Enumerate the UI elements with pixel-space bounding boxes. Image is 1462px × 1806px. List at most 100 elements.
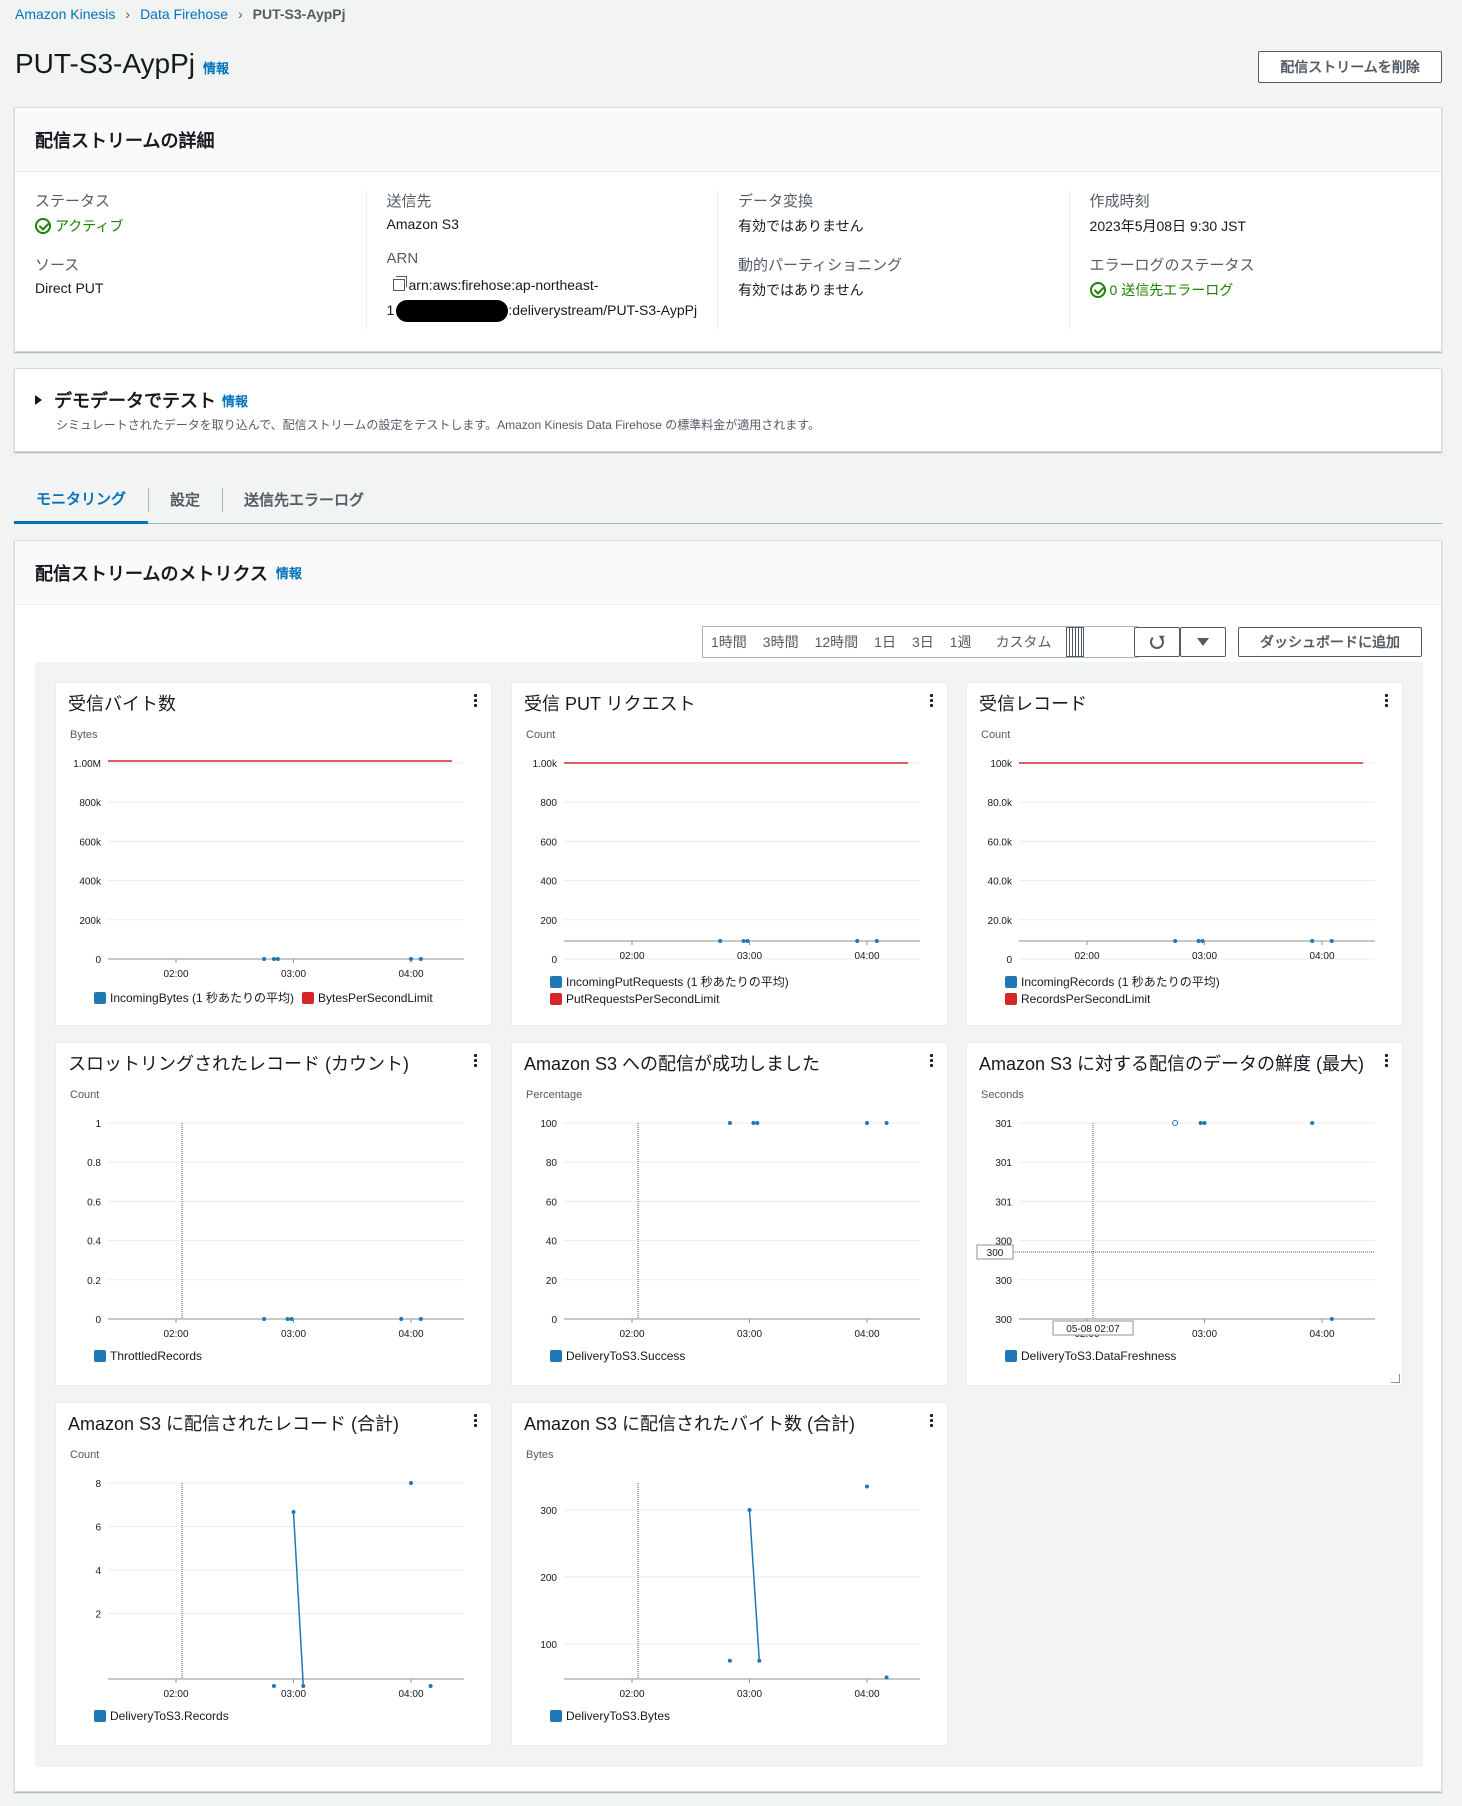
demo-description: シミュレートされたデータを取り込んで、配信ストリームの設定をテストします。Ama… — [56, 418, 821, 432]
range-custom[interactable]: カスタム — [980, 627, 1092, 657]
chart-legend: DeliveryToS3.Bytes — [550, 1709, 678, 1725]
data-point — [1329, 1317, 1334, 1321]
y-unit-label: Bytes — [70, 729, 98, 741]
legend-swatch — [550, 1350, 562, 1362]
metric-widget: Amazon S3 に配信されたレコード (合計) Count 8 6 4 2 02:00 0… — [55, 1402, 492, 1746]
range-3d[interactable]: 3日 — [904, 627, 942, 657]
status-value: アクティブ — [55, 218, 124, 234]
legend-item[interactable]: RecordsPerSecondLimit — [1005, 992, 1220, 1006]
errorlog-link[interactable]: 0 送信先エラーログ — [1110, 280, 1234, 300]
legend-item[interactable]: PutRequestsPerSecondLimit — [550, 992, 789, 1006]
metrics-panel: 配信ストリームのメトリクス 情報 1時間 3時間 12時間 1日 3日 1週 カ… — [14, 540, 1442, 1792]
range-3h[interactable]: 3時間 — [755, 627, 807, 657]
data-point — [884, 1121, 889, 1125]
legend-item[interactable]: IncomingRecords (1 秒あたりの平均) — [1005, 973, 1220, 990]
range-12h[interactable]: 12時間 — [807, 627, 867, 657]
x-tick-label: 04:00 — [1309, 1329, 1334, 1340]
legend-item[interactable]: ThrottledRecords — [94, 1349, 202, 1363]
legend-item[interactable]: DeliveryToS3.Success — [550, 1349, 685, 1363]
legend-label: DeliveryToS3.Records — [110, 1709, 229, 1723]
demo-info-link[interactable]: 情報 — [222, 391, 248, 410]
add-to-dashboard-button[interactable]: ダッシュボードに追加 — [1238, 627, 1422, 657]
y-unit-label: Count — [526, 729, 555, 741]
x-tick-label: 02:00 — [163, 1689, 188, 1700]
demo-expander[interactable]: デモデータでテスト 情報 — [35, 387, 248, 413]
arn-label: ARN — [386, 250, 419, 267]
data-point — [1196, 939, 1201, 943]
chart-svg: Percentage 100 80 60 40 20 0 02:00 03:00 04:00 — [526, 1089, 920, 1340]
legend-item[interactable]: BytesPerSecondLimit — [302, 991, 433, 1005]
y-tick-label: 301 — [995, 1158, 1012, 1169]
x-tick-label: 04:00 — [1309, 951, 1334, 962]
y-tick-label: 0.8 — [87, 1158, 101, 1169]
y-tick-label: 40.0k — [988, 877, 1013, 888]
data-point — [884, 1675, 889, 1680]
x-tick-label: 04:00 — [854, 951, 879, 962]
breadcrumb-kinesis-link[interactable]: Amazon Kinesis — [15, 6, 115, 22]
x-tick-label: 04:00 — [398, 1689, 423, 1700]
details-col-1: ステータス アクティブ ソース Direct PUT — [35, 190, 367, 330]
x-tick-label: 02:00 — [163, 1329, 188, 1340]
data-point — [865, 1121, 869, 1125]
legend-swatch — [94, 991, 106, 1004]
metrics-info-link[interactable]: 情報 — [276, 563, 302, 582]
chart-svg: Seconds30130130130030030002:0003:0004:00… — [976, 1089, 1375, 1340]
range-1d[interactable]: 1日 — [866, 627, 904, 657]
metric-widget: 受信バイト数 Bytes 1.00M 800k 600k 400k 200k 0 02:00 03… — [55, 682, 492, 1026]
data-point — [275, 957, 280, 961]
range-1w[interactable]: 1週 — [942, 627, 980, 657]
x-tick-label: 03:00 — [281, 969, 306, 980]
legend-label: IncomingRecords (1 秒あたりの平均) — [1021, 975, 1220, 989]
resize-handle-icon[interactable] — [1391, 1374, 1400, 1383]
check-circle-icon — [1089, 282, 1106, 298]
y-tick-label: 200 — [540, 916, 557, 927]
data-point — [727, 1121, 732, 1125]
range-1h[interactable]: 1時間 — [703, 627, 755, 657]
details-title: 配信ストリームの詳細 — [35, 130, 215, 151]
chevron-right-icon: › — [125, 6, 131, 22]
title-info-link[interactable]: 情報 — [203, 58, 229, 77]
tab-monitoring[interactable]: モニタリング — [14, 476, 149, 524]
legend-item[interactable]: IncomingPutRequests (1 秒あたりの平均) — [550, 973, 789, 990]
tab-error-logs[interactable]: 送信先エラーログ — [222, 476, 386, 523]
legend-label: IncomingBytes (1 秒あたりの平均) — [110, 991, 295, 1005]
legend-swatch — [94, 1350, 106, 1362]
details-col-3: データ変換 有効ではありません 動的パーティショニング 有効ではありません — [738, 190, 1070, 330]
destination-label: 送信先 — [386, 193, 432, 210]
tab-settings[interactable]: 設定 — [148, 476, 222, 523]
data-point — [727, 1658, 732, 1663]
chart-legend: DeliveryToS3.DataFreshness — [1005, 1349, 1184, 1365]
data-point — [418, 1317, 423, 1321]
y-tick-label: 80 — [546, 1158, 558, 1169]
legend-swatch — [1005, 1350, 1017, 1362]
breadcrumb-firehose-link[interactable]: Data Firehose — [140, 6, 228, 22]
legend-item[interactable]: DeliveryToS3.Records — [94, 1709, 229, 1723]
y-tick-label: 200k — [79, 916, 102, 927]
copy-icon[interactable] — [392, 276, 407, 291]
y-unit-label: Count — [981, 729, 1010, 741]
time-range-selector: 1時間 3時間 12時間 1日 3日 1週 カスタム — [702, 626, 1138, 658]
refresh-button[interactable] — [1134, 627, 1180, 657]
x-tick-label: 03:00 — [281, 1689, 306, 1700]
y-unit-label: Bytes — [526, 1449, 554, 1461]
legend-swatch — [94, 1710, 106, 1722]
y-tick-label: 1.00k — [533, 759, 558, 770]
hover-y-label: 300 — [987, 1248, 1004, 1259]
x-tick-label: 04:00 — [398, 969, 423, 980]
transform-label: データ変換 — [738, 193, 814, 210]
y-tick-label: 0 — [95, 955, 101, 966]
y-tick-label: 301 — [995, 1119, 1012, 1130]
hover-x-label: 05-08 02:07 — [1066, 1324, 1120, 1335]
delete-stream-button[interactable]: 配信ストリームを削除 — [1258, 51, 1442, 83]
y-tick-label: 60.0k — [988, 837, 1013, 848]
refresh-options-button[interactable] — [1180, 627, 1226, 657]
caret-down-icon — [1197, 638, 1209, 646]
legend-item[interactable]: DeliveryToS3.DataFreshness — [1005, 1349, 1176, 1363]
chart-svg: Bytes 300 200 100 02:00 03:00 04:00 — [526, 1449, 920, 1700]
chart-svg: Bytes 1.00M 800k 600k 400k 200k 0 02:00 03:00 04:… — [70, 729, 464, 980]
metrics-header: 配信ストリームのメトリクス 情報 — [15, 541, 1441, 605]
metric-widget: 受信 PUT リクエスト Count 1.00k 800 600 400 200 0 02:00… — [511, 682, 948, 1026]
data-point — [289, 1317, 294, 1321]
legend-item[interactable]: DeliveryToS3.Bytes — [550, 1709, 670, 1723]
legend-item[interactable]: IncomingBytes (1 秒あたりの平均) — [94, 989, 294, 1006]
